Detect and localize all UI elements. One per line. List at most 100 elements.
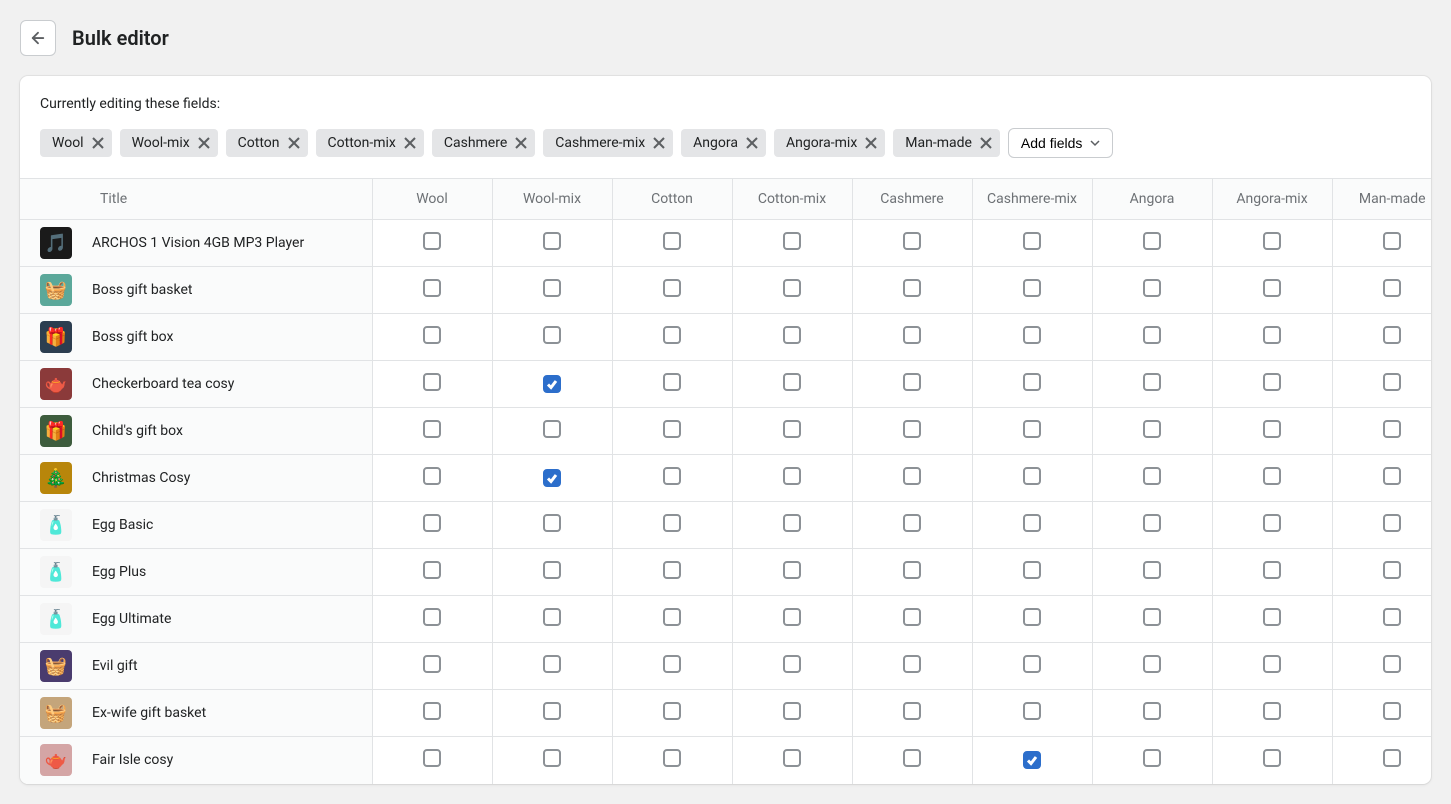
checkbox[interactable]: [1263, 702, 1281, 720]
product-title[interactable]: Egg Plus: [92, 564, 146, 580]
checkbox[interactable]: [1023, 232, 1041, 250]
checkbox[interactable]: [1023, 702, 1041, 720]
checkbox[interactable]: [1383, 608, 1401, 626]
checkbox[interactable]: [663, 561, 681, 579]
checkbox[interactable]: [663, 420, 681, 438]
checkbox[interactable]: [903, 420, 921, 438]
checkbox[interactable]: [1383, 655, 1401, 673]
close-icon[interactable]: [288, 137, 300, 149]
checkbox[interactable]: [783, 467, 801, 485]
checkbox[interactable]: [1383, 326, 1401, 344]
checkbox[interactable]: [1143, 326, 1161, 344]
product-title[interactable]: Checkerboard tea cosy: [92, 376, 234, 392]
checkbox[interactable]: [903, 561, 921, 579]
checkbox[interactable]: [1263, 373, 1281, 391]
close-icon[interactable]: [746, 137, 758, 149]
checkbox[interactable]: [543, 420, 561, 438]
checkbox[interactable]: [1263, 655, 1281, 673]
checkbox[interactable]: [1383, 279, 1401, 297]
checkbox[interactable]: [663, 279, 681, 297]
close-icon[interactable]: [515, 137, 527, 149]
checkbox[interactable]: [903, 608, 921, 626]
checkbox[interactable]: [783, 373, 801, 391]
checkbox[interactable]: [1143, 232, 1161, 250]
checkbox[interactable]: [1263, 749, 1281, 767]
close-icon[interactable]: [865, 137, 877, 149]
checkbox[interactable]: [1383, 467, 1401, 485]
checkbox[interactable]: [1263, 420, 1281, 438]
checkbox[interactable]: [903, 514, 921, 532]
product-title[interactable]: Ex-wife gift basket: [92, 705, 206, 721]
close-icon[interactable]: [980, 137, 992, 149]
product-title[interactable]: Child's gift box: [92, 423, 183, 439]
checkbox[interactable]: [543, 279, 561, 297]
checkbox[interactable]: [1383, 702, 1401, 720]
checkbox[interactable]: [903, 749, 921, 767]
checkbox[interactable]: [543, 608, 561, 626]
close-icon[interactable]: [404, 137, 416, 149]
checkbox[interactable]: [783, 561, 801, 579]
checkbox[interactable]: [663, 326, 681, 344]
checkbox[interactable]: [1143, 420, 1161, 438]
checkbox[interactable]: [1143, 655, 1161, 673]
checkbox[interactable]: [1143, 608, 1161, 626]
back-button[interactable]: [20, 20, 56, 56]
checkbox[interactable]: [903, 279, 921, 297]
checkbox[interactable]: [543, 375, 561, 393]
checkbox[interactable]: [783, 326, 801, 344]
checkbox[interactable]: [543, 469, 561, 487]
checkbox[interactable]: [903, 702, 921, 720]
product-title[interactable]: Egg Basic: [92, 517, 153, 533]
checkbox[interactable]: [543, 655, 561, 673]
checkbox[interactable]: [783, 608, 801, 626]
checkbox[interactable]: [1143, 373, 1161, 391]
product-title[interactable]: Boss gift box: [92, 329, 173, 345]
checkbox[interactable]: [1023, 373, 1041, 391]
checkbox[interactable]: [423, 608, 441, 626]
checkbox[interactable]: [783, 655, 801, 673]
checkbox[interactable]: [1023, 514, 1041, 532]
product-title[interactable]: Egg Ultimate: [92, 611, 171, 627]
close-icon[interactable]: [198, 137, 210, 149]
checkbox[interactable]: [543, 749, 561, 767]
checkbox[interactable]: [1143, 561, 1161, 579]
checkbox[interactable]: [663, 373, 681, 391]
checkbox[interactable]: [1383, 561, 1401, 579]
checkbox[interactable]: [543, 561, 561, 579]
checkbox[interactable]: [423, 467, 441, 485]
checkbox[interactable]: [1263, 232, 1281, 250]
checkbox[interactable]: [423, 232, 441, 250]
checkbox[interactable]: [1023, 467, 1041, 485]
checkbox[interactable]: [1023, 420, 1041, 438]
checkbox[interactable]: [903, 232, 921, 250]
checkbox[interactable]: [783, 514, 801, 532]
checkbox[interactable]: [663, 514, 681, 532]
checkbox[interactable]: [1023, 655, 1041, 673]
checkbox[interactable]: [903, 467, 921, 485]
checkbox[interactable]: [1383, 232, 1401, 250]
product-title[interactable]: Christmas Cosy: [92, 470, 190, 486]
add-fields-button[interactable]: Add fields: [1008, 128, 1113, 158]
checkbox[interactable]: [1023, 608, 1041, 626]
checkbox[interactable]: [1383, 373, 1401, 391]
checkbox[interactable]: [783, 279, 801, 297]
checkbox[interactable]: [1023, 561, 1041, 579]
checkbox[interactable]: [1023, 751, 1041, 769]
checkbox[interactable]: [423, 749, 441, 767]
checkbox[interactable]: [423, 420, 441, 438]
checkbox[interactable]: [903, 326, 921, 344]
checkbox[interactable]: [423, 326, 441, 344]
checkbox[interactable]: [663, 467, 681, 485]
checkbox[interactable]: [903, 655, 921, 673]
checkbox[interactable]: [1143, 702, 1161, 720]
checkbox[interactable]: [423, 561, 441, 579]
checkbox[interactable]: [1143, 749, 1161, 767]
checkbox[interactable]: [1143, 279, 1161, 297]
checkbox[interactable]: [543, 326, 561, 344]
checkbox[interactable]: [423, 279, 441, 297]
checkbox[interactable]: [663, 655, 681, 673]
checkbox[interactable]: [543, 232, 561, 250]
checkbox[interactable]: [783, 702, 801, 720]
checkbox[interactable]: [1263, 608, 1281, 626]
checkbox[interactable]: [1383, 420, 1401, 438]
